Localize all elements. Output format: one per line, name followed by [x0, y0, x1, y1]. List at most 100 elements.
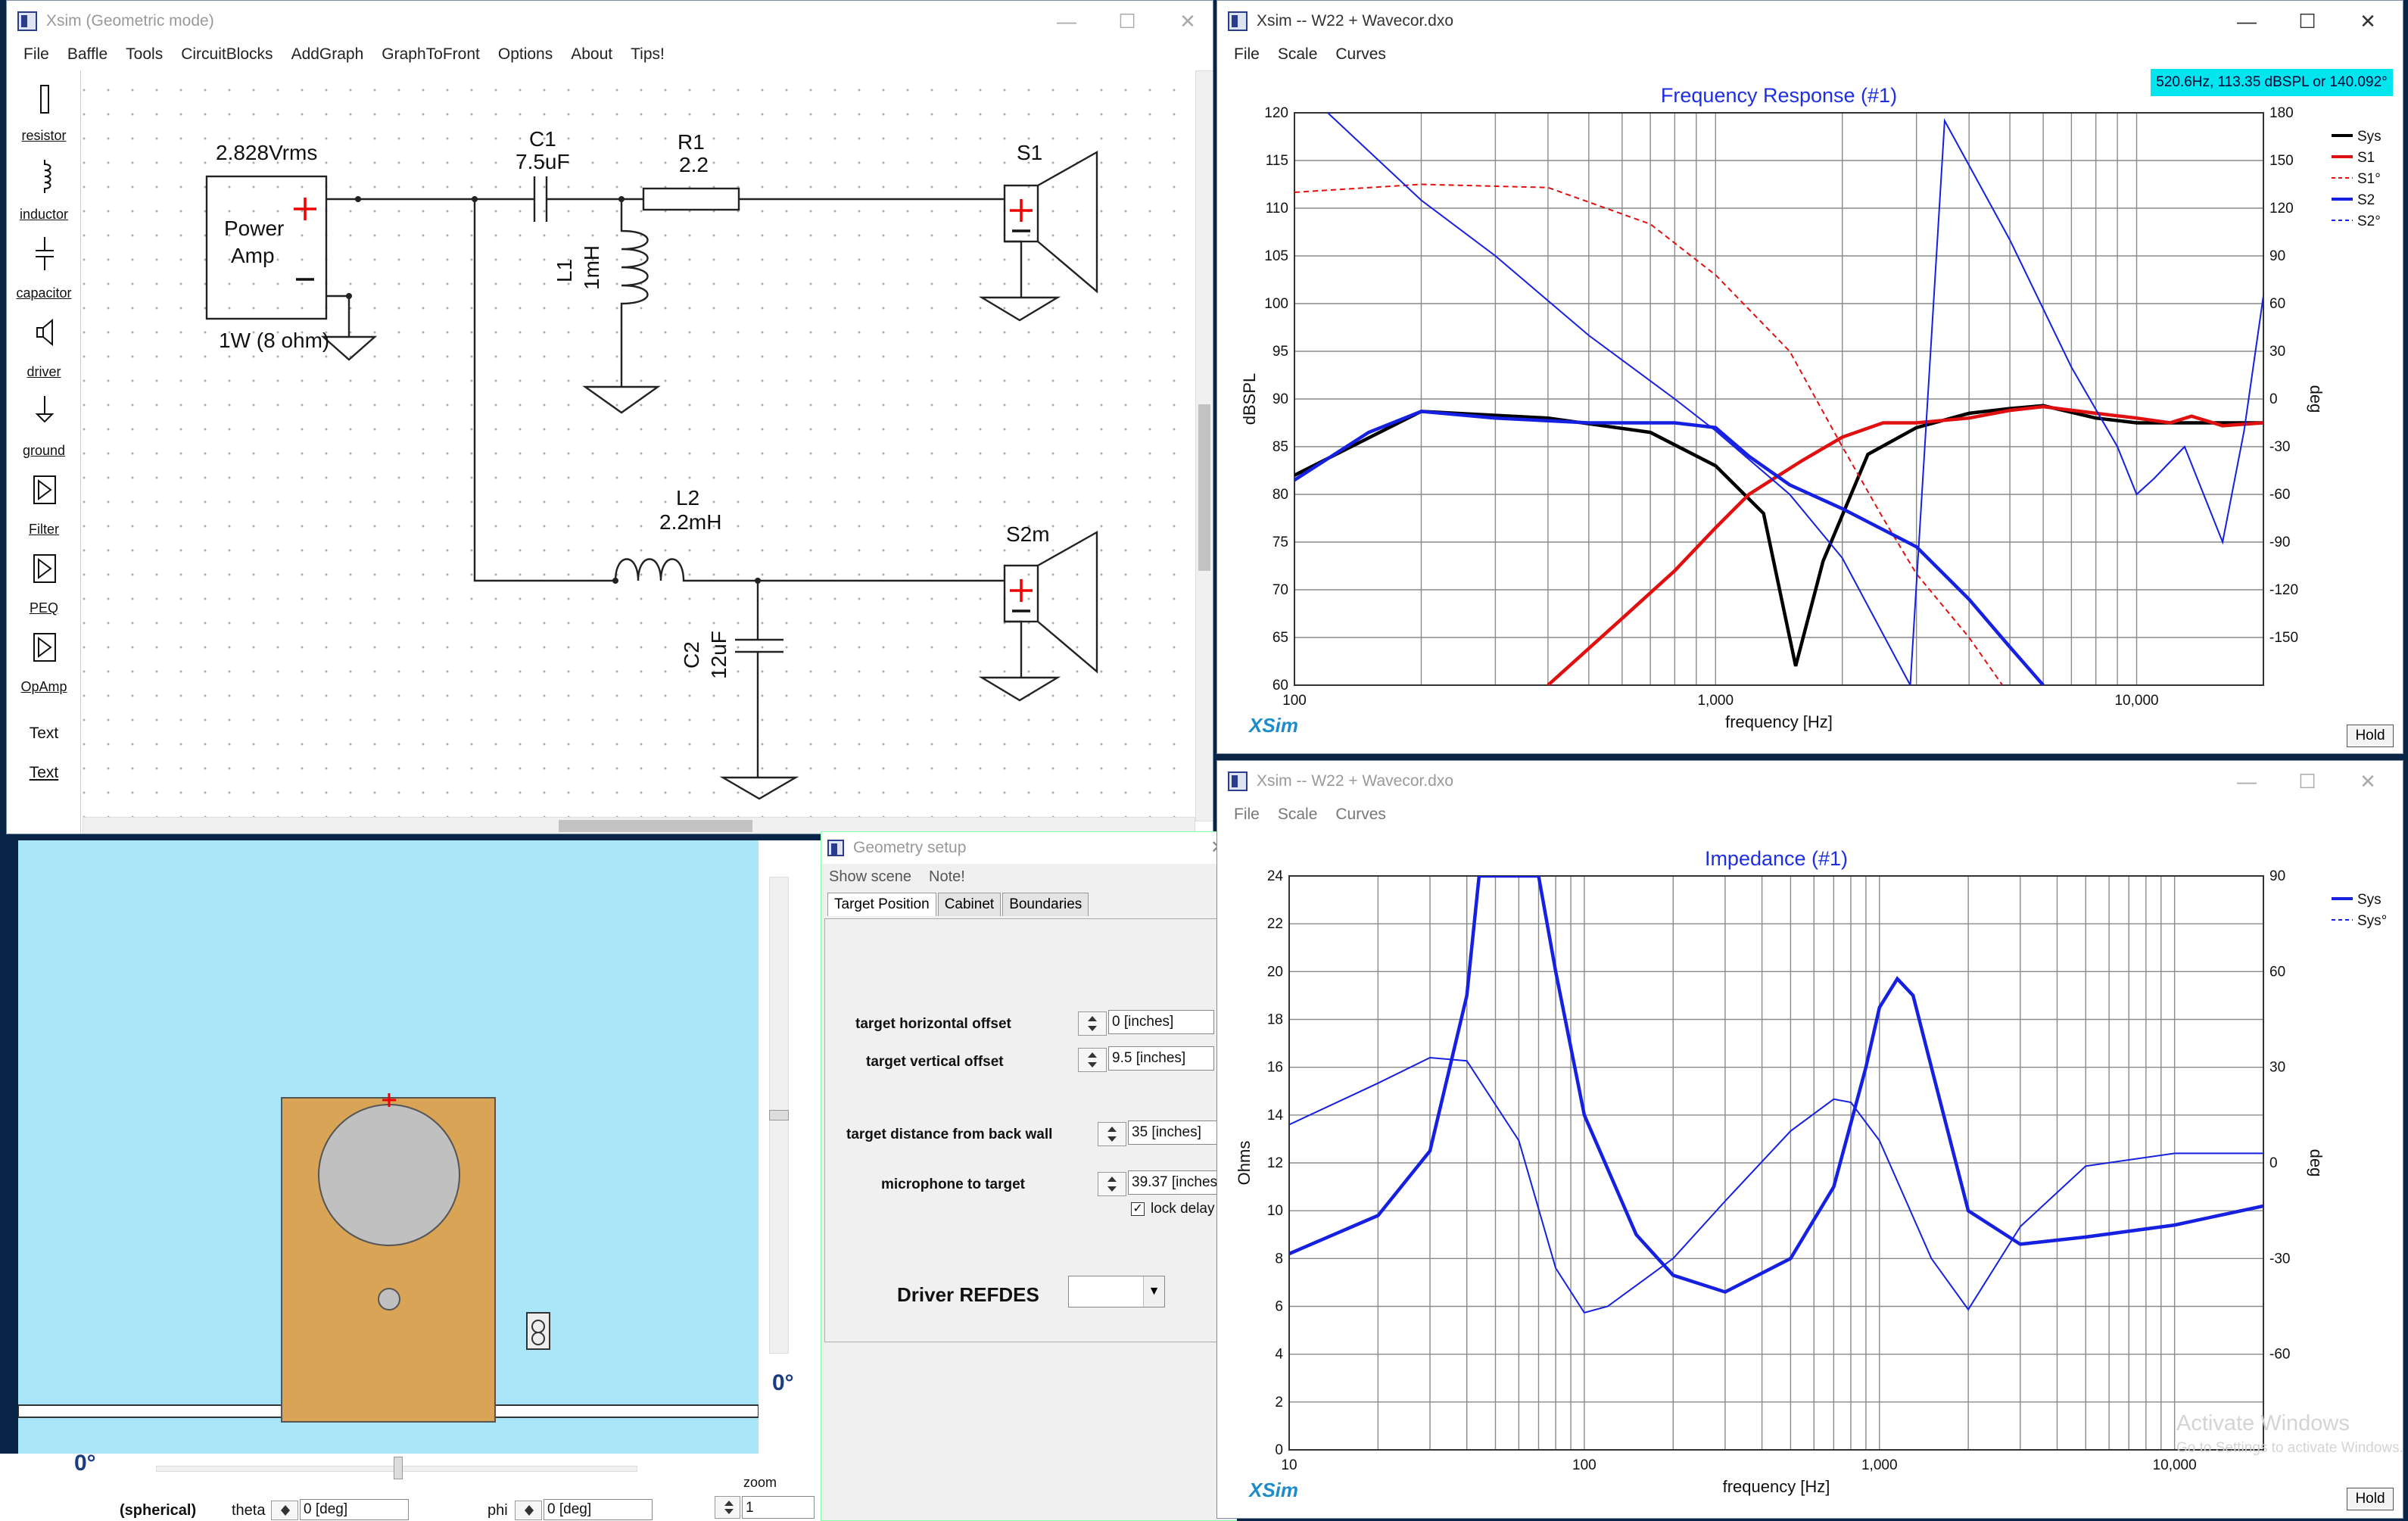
c2-capacitor[interactable]	[735, 581, 783, 778]
imp-close-button[interactable]: ✕	[2338, 761, 2398, 802]
imp-maximize-button[interactable]: ☐	[2277, 761, 2338, 802]
menu-about[interactable]: About	[571, 45, 612, 64]
zoom-spinner[interactable]	[715, 1496, 740, 1519]
schematic-window: Xsim (Geometric mode) — ☐ ✕ File Baffle …	[6, 0, 1213, 834]
ground-icon[interactable]	[33, 393, 57, 429]
frequency-response-plot[interactable]: 120 115 110 105 100 95 90 85 80 75 70 65 60 180 150 120…	[1217, 70, 2403, 752]
palette-resistor[interactable]: resistor	[7, 128, 81, 144]
woofer-driver[interactable]	[318, 1104, 460, 1246]
geometry-titlebar[interactable]: Geometry setup	[821, 832, 1236, 864]
freq-close-button[interactable]: ✕	[2338, 1, 2398, 42]
imp-minimize-button[interactable]: —	[2216, 761, 2277, 802]
freq-ylabel: dBSPL	[1240, 373, 1259, 425]
close-button[interactable]: ✕	[1157, 1, 1213, 42]
scene-controls: 0° zoom 1 (spherical) theta 0 [deg] phi …	[0, 1451, 821, 1521]
h-offset-field[interactable]: 0 [inches]	[1108, 1010, 1214, 1034]
imp-menu-curves[interactable]: Curves	[1335, 806, 1386, 824]
phi-field[interactable]: 0 [deg]	[544, 1499, 653, 1520]
tweeter-driver[interactable]	[378, 1288, 400, 1311]
freq-maximize-button[interactable]: ☐	[2277, 1, 2338, 42]
zoom-field[interactable]: 1	[742, 1496, 815, 1519]
freq-minimize-button[interactable]: —	[2216, 1, 2277, 42]
freq-hold-button[interactable]: Hold	[2347, 725, 2394, 747]
tab-cabinet[interactable]: Cabinet	[937, 893, 1002, 916]
menu-circuitblocks[interactable]: CircuitBlocks	[181, 45, 273, 64]
resistor-icon[interactable]	[33, 81, 57, 117]
palette-capacitor[interactable]: capacitor	[7, 285, 81, 301]
freq-y2tick: 180	[2269, 105, 2294, 121]
h-offset-label: target horizontal offset	[855, 1016, 1011, 1032]
palette-ground[interactable]: ground	[7, 443, 81, 459]
lock-delay-checkbox[interactable]: ✓	[1131, 1202, 1145, 1216]
driver-refdes-select[interactable]: ▼	[1068, 1276, 1165, 1307]
back-wall-spinner[interactable]	[1098, 1122, 1126, 1146]
mic-spinner[interactable]	[1098, 1172, 1126, 1196]
palette-opamp[interactable]: OpAmp	[7, 679, 81, 695]
vscroll-thumb[interactable]	[1198, 404, 1210, 571]
amp-power: 1W (8 ohm)	[219, 329, 329, 352]
dropdown-arrow-icon[interactable]: ▼	[1143, 1276, 1164, 1307]
menu-tips[interactable]: Tips!	[631, 45, 665, 64]
imp-menu-scale[interactable]: Scale	[1278, 806, 1318, 824]
freq-legend-entry: S2	[2357, 192, 2375, 208]
theta-field[interactable]: 0 [deg]	[300, 1499, 409, 1520]
schematic-vscrollbar[interactable]	[1195, 70, 1213, 821]
geometry-menu-note[interactable]: Note!	[929, 868, 965, 886]
freq-menu-curves[interactable]: Curves	[1335, 45, 1386, 64]
imp-menu-file[interactable]: File	[1234, 806, 1260, 824]
component-palette: resistor inductor capacitor driver groun…	[7, 70, 81, 834]
freq-legend-entry: S1	[2357, 150, 2375, 166]
h-offset-spinner[interactable]	[1078, 1011, 1107, 1036]
schematic-titlebar[interactable]: Xsim (Geometric mode)	[7, 1, 1213, 42]
palette-text-2[interactable]: Text	[7, 764, 81, 782]
menu-graphtofront[interactable]: GraphToFront	[382, 45, 480, 64]
imp-hold-button[interactable]: Hold	[2347, 1488, 2394, 1510]
xsim-freq-icon	[1228, 11, 1248, 31]
horizontal-angle-thumb[interactable]	[394, 1457, 403, 1479]
minimize-button[interactable]: —	[1036, 1, 1097, 42]
tab-boundaries[interactable]: Boundaries	[1002, 893, 1089, 916]
microphone-icon[interactable]	[526, 1312, 550, 1350]
filter-icon[interactable]	[33, 472, 57, 508]
palette-text-1[interactable]: Text	[7, 725, 81, 743]
capacitor-icon[interactable]	[33, 235, 57, 272]
c1-name: C1	[529, 127, 556, 151]
opamp-icon[interactable]	[33, 629, 57, 665]
palette-inductor[interactable]: inductor	[7, 207, 81, 223]
v-offset-spinner[interactable]	[1078, 1048, 1107, 1072]
freq-menu-scale[interactable]: Scale	[1278, 45, 1318, 64]
vertical-angle-thumb[interactable]	[769, 1110, 789, 1120]
palette-filter[interactable]: Filter	[7, 522, 81, 538]
palette-driver[interactable]: driver	[7, 364, 81, 380]
menu-addgraph[interactable]: AddGraph	[291, 45, 364, 64]
v-offset-field[interactable]: 9.5 [inches]	[1108, 1046, 1214, 1071]
theta-spinner[interactable]	[271, 1501, 298, 1520]
inductor-icon[interactable]	[33, 158, 57, 195]
l2-inductor[interactable]	[614, 558, 1005, 582]
scene-view[interactable]	[18, 840, 759, 1454]
menu-baffle[interactable]: Baffle	[67, 45, 107, 64]
target-position-panel: target horizontal offset 0 [inches] targ…	[824, 918, 1234, 1342]
menu-options[interactable]: Options	[498, 45, 553, 64]
freq-title: Xsim -- W22 + Wavecor.dxo	[1257, 12, 1454, 30]
maximize-button[interactable]: ☐	[1097, 1, 1157, 42]
peq-icon[interactable]	[33, 550, 57, 587]
imp-plot-title: Impedance (#1)	[1705, 847, 1848, 870]
c1-capacitor[interactable]	[475, 176, 621, 222]
activate-windows-subtitle: Go to Settings to activate Windows.	[2176, 1440, 2403, 1456]
menu-file[interactable]: File	[23, 45, 49, 64]
imp-xtick: 10	[1281, 1457, 1297, 1473]
l1-inductor[interactable]	[620, 199, 649, 387]
hscroll-thumb[interactable]	[559, 820, 752, 832]
tab-target-position[interactable]: Target Position	[827, 893, 936, 916]
menu-tools[interactable]: Tools	[126, 45, 163, 64]
driver-icon[interactable]	[33, 314, 57, 351]
schematic-canvas[interactable]: 2.828Vrms Power Amp 1W (8 ohm) C1 7.5uF …	[83, 70, 1213, 821]
freq-menu-file[interactable]: File	[1234, 45, 1260, 64]
palette-peq[interactable]: PEQ	[7, 600, 81, 616]
r1-resistor[interactable]	[642, 187, 740, 211]
phi-spinner[interactable]	[515, 1501, 542, 1520]
r1-value: 2.2	[679, 153, 709, 176]
impedance-plot[interactable]: 2422201816141210864209060300-30-6010 100 1…	[1217, 831, 2403, 1512]
geometry-menu-show-scene[interactable]: Show scene	[829, 868, 911, 886]
